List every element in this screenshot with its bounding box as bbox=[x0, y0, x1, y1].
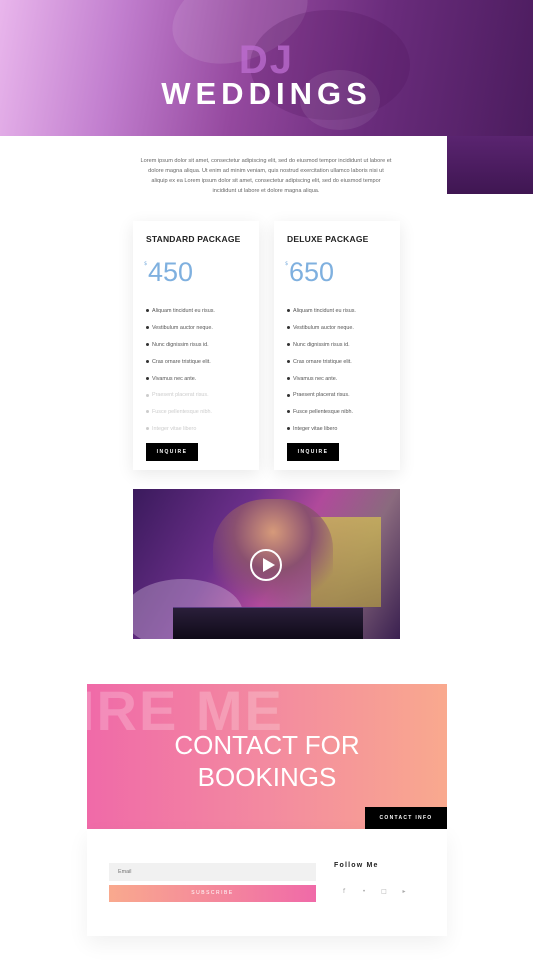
bullet-icon bbox=[146, 410, 149, 414]
video-player[interactable] bbox=[133, 489, 400, 639]
currency-symbol: $ bbox=[144, 261, 148, 267]
contact-title-line2: BOOKINGS bbox=[197, 762, 337, 792]
feature-item: Nunc dignissim risus id. bbox=[146, 341, 215, 358]
currency-symbol: $ bbox=[285, 261, 289, 267]
bullet-icon bbox=[146, 342, 149, 346]
bullet-icon bbox=[146, 359, 149, 363]
feature-item: Fusce pellentesque nibh. bbox=[146, 408, 215, 425]
email-field[interactable] bbox=[109, 863, 316, 881]
feature-item: Praesent placerat risus. bbox=[146, 391, 215, 408]
bullet-icon bbox=[146, 376, 149, 380]
bullet-icon bbox=[287, 309, 290, 313]
inquire-button[interactable]: INQUIRE bbox=[146, 443, 198, 461]
bullet-icon bbox=[287, 325, 290, 329]
follow-title: Follow Me bbox=[334, 862, 379, 869]
bullet-icon bbox=[287, 376, 290, 380]
contact-banner: IRE ME CONTACT FOR BOOKINGS CONTACT INFO bbox=[87, 684, 447, 829]
hero-banner: DJ WEDDINGS bbox=[0, 0, 533, 136]
bullet-icon bbox=[146, 393, 149, 397]
feature-text: Nunc dignissim risus id. bbox=[152, 341, 209, 348]
bullet-icon bbox=[287, 427, 290, 431]
feature-item: Praesent placerat risus. bbox=[287, 391, 356, 408]
feature-text: Fusce pellentesque nibh. bbox=[152, 409, 212, 416]
bullet-icon bbox=[287, 410, 290, 414]
contact-title-line1: CONTACT FOR bbox=[174, 730, 360, 760]
feature-text: Praesent placerat risus. bbox=[152, 392, 209, 399]
bullet-icon bbox=[287, 393, 290, 397]
feature-text: Nunc dignissim risus id. bbox=[293, 341, 350, 348]
pricing-card-standard: STANDARD PACKAGE $ 450 Aliquam tincidunt… bbox=[133, 221, 259, 470]
social-links: f • □ ▸ bbox=[339, 887, 409, 897]
feature-text: Aliquam tincidunt eu risus. bbox=[293, 308, 356, 314]
feature-item: Vivamus nec ante. bbox=[287, 375, 356, 392]
feature-item: Fusce pellentesque nibh. bbox=[287, 408, 356, 425]
feature-item: Vestibulum auctor neque. bbox=[287, 324, 356, 341]
feature-item: Integer vitae libero bbox=[146, 425, 215, 442]
inquire-button[interactable]: INQUIRE bbox=[287, 443, 339, 461]
contact-title: CONTACT FOR BOOKINGS bbox=[87, 729, 447, 793]
contact-info-button[interactable]: CONTACT INFO bbox=[365, 807, 447, 829]
feature-item: Cras ornare tristique elit. bbox=[146, 358, 215, 375]
package-price: 450 bbox=[148, 257, 194, 287]
instagram-icon[interactable]: □ bbox=[379, 887, 389, 897]
feature-item: Cras ornare tristique elit. bbox=[287, 358, 356, 375]
feature-text: Vivamus nec ante. bbox=[293, 375, 338, 382]
video-dj-deck bbox=[173, 607, 363, 639]
feature-text: Cras ornare tristique elit. bbox=[152, 358, 211, 365]
feature-item: Aliquam tincidunt eu risus. bbox=[146, 307, 215, 324]
feature-item: Nunc dignissim risus id. bbox=[287, 341, 356, 358]
feature-text: Cras ornare tristique elit. bbox=[293, 358, 352, 365]
feature-item: Vestibulum auctor neque. bbox=[146, 324, 215, 341]
youtube-icon[interactable]: ▸ bbox=[399, 887, 409, 897]
package-name: STANDARD PACKAGE bbox=[146, 234, 241, 244]
feature-list: Aliquam tincidunt eu risus. Vestibulum au… bbox=[146, 307, 215, 442]
feature-item: Aliquam tincidunt eu risus. bbox=[287, 307, 356, 324]
feature-text: Integer vitae libero bbox=[293, 426, 338, 433]
bullet-icon bbox=[287, 359, 290, 363]
pricing-card-deluxe: DELUXE PACKAGE $ 650 Aliquam tincidunt e… bbox=[274, 221, 400, 470]
feature-item: Integer vitae libero bbox=[287, 425, 356, 442]
intro-text: Lorem ipsum dolor sit amet, consectetur … bbox=[140, 158, 392, 194]
feature-text: Vestibulum auctor neque. bbox=[152, 324, 213, 331]
bullet-icon bbox=[287, 342, 290, 346]
twitter-icon[interactable]: • bbox=[359, 887, 369, 897]
subscribe-section: SUBSCRIBE Follow Me f • □ ▸ bbox=[87, 829, 447, 936]
feature-list: Aliquam tincidunt eu risus. Vestibulum au… bbox=[287, 307, 356, 442]
feature-text: Vivamus nec ante. bbox=[152, 375, 197, 382]
feature-item: Vivamus nec ante. bbox=[146, 375, 215, 392]
play-icon[interactable] bbox=[250, 549, 282, 581]
hero-side-block bbox=[447, 136, 533, 194]
page-title: WEDDINGS bbox=[161, 76, 372, 111]
package-name: DELUXE PACKAGE bbox=[287, 234, 369, 244]
feature-text: Integer vitae libero bbox=[152, 426, 197, 433]
package-price: 650 bbox=[289, 257, 335, 287]
feature-text: Praesent placerat risus. bbox=[293, 392, 350, 399]
feature-text: Vestibulum auctor neque. bbox=[293, 324, 354, 331]
feature-text: Aliquam tincidunt eu risus. bbox=[152, 308, 215, 314]
bullet-icon bbox=[146, 309, 149, 313]
bullet-icon bbox=[146, 427, 149, 431]
facebook-icon[interactable]: f bbox=[339, 887, 349, 897]
feature-text: Fusce pellentesque nibh. bbox=[293, 409, 353, 416]
subscribe-button[interactable]: SUBSCRIBE bbox=[109, 885, 316, 902]
bullet-icon bbox=[146, 325, 149, 329]
